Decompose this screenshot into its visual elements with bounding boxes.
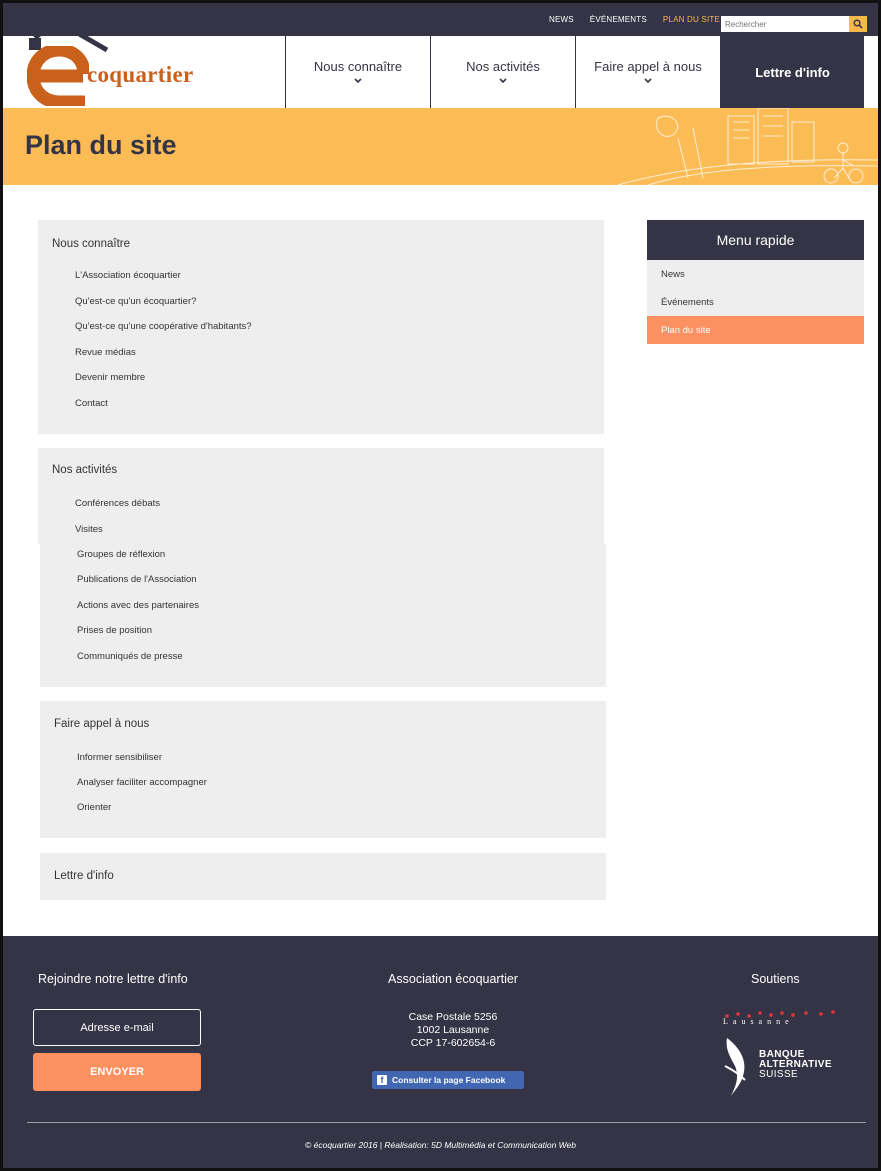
sitemap-section-nos-activites-top: Nos activités Conférences débats Visites: [38, 448, 604, 544]
banque-alternative-logo[interactable]: BANQUE ALTERNATIVE SUISSE: [721, 1036, 841, 1096]
address-line: Case Postale 5256: [408, 1011, 498, 1023]
site-footer: Rejoindre notre lettre d'info Adresse e-…: [3, 936, 878, 1168]
sitemap-link[interactable]: Groupes de réflexion: [77, 549, 165, 560]
send-button[interactable]: ENVOYER: [33, 1053, 201, 1091]
sitemap-link[interactable]: Qu'est-ce qu'une coopérative d'habitants…: [75, 321, 252, 332]
copyright-text: © écoquartier 2016 | Réalisation: 5D Mul…: [305, 1140, 576, 1150]
nav-lettre-info[interactable]: Lettre d'info: [720, 36, 864, 108]
quick-menu: Menu rapide News Événements Plan du site: [647, 220, 864, 344]
sitemap-link[interactable]: Devenir membre: [75, 372, 145, 383]
lausanne-logo-text: Lausanne: [723, 1017, 794, 1026]
top-link-news[interactable]: NEWS: [549, 15, 574, 24]
section-heading[interactable]: Nous connaître: [52, 238, 130, 250]
address-line: CCP 17-602654-6: [410, 1037, 496, 1049]
nav-faire-appel[interactable]: Faire appel à nous: [575, 36, 720, 108]
nav-label: Nous connaître: [313, 59, 403, 74]
supporters-title: Soutiens: [751, 972, 800, 986]
email-field[interactable]: Adresse e-mail: [33, 1009, 201, 1046]
section-heading[interactable]: Nos activités: [52, 464, 117, 476]
chevron-down-icon: [644, 78, 652, 84]
facebook-icon: f: [377, 1075, 387, 1085]
quick-menu-item-plan-du-site[interactable]: Plan du site: [647, 316, 864, 344]
city-sketch-illustration: [618, 108, 878, 185]
sitemap-link[interactable]: Publications de l'Association: [77, 574, 197, 585]
nav-label: Faire appel à nous: [594, 59, 702, 74]
site-header: coquartier Nous connaître Nos activités …: [3, 17, 878, 108]
postal-address: Case Postale 5256 1002 Lausanne CCP 17-6…: [343, 1011, 563, 1050]
sitemap-link[interactable]: Orienter: [77, 802, 111, 813]
sitemap-link[interactable]: Visites: [75, 524, 103, 535]
nav-label: Nos activités: [466, 59, 540, 74]
top-nav: NEWS ÉVÉNEMENTS PLAN DU SITE: [549, 3, 720, 36]
quick-menu-title: Menu rapide: [647, 220, 864, 260]
chevron-down-icon: [499, 78, 507, 84]
nav-nos-activites[interactable]: Nos activités: [430, 36, 575, 108]
logo-text: coquartier: [87, 62, 194, 87]
facebook-button[interactable]: f Consulter la page Facebook: [372, 1071, 524, 1089]
facebook-label: Consulter la page Facebook: [392, 1075, 506, 1085]
magnifier-icon: [853, 19, 863, 29]
quick-menu-item-news[interactable]: News: [647, 260, 864, 288]
sitemap-link[interactable]: Informer sensibiliser: [77, 752, 162, 763]
page-banner: Plan du site: [3, 108, 878, 185]
bas-line: SUISSE: [759, 1069, 799, 1080]
top-link-plan-du-site[interactable]: PLAN DU SITE: [663, 15, 720, 24]
sitemap-section-lettre-info: Lettre d'info: [40, 853, 606, 900]
sitemap-link[interactable]: Communiqués de presse: [77, 651, 183, 662]
quick-menu-item-evenements[interactable]: Événements: [647, 288, 864, 316]
sitemap-link[interactable]: Qu'est-ce qu'un écoquartier?: [75, 296, 196, 307]
sitemap-link[interactable]: Actions avec des partenaires: [77, 600, 199, 611]
search-bar: [721, 16, 867, 32]
sitemap-link[interactable]: L'Association écoquartier: [75, 270, 181, 281]
sitemap-link[interactable]: Prises de position: [77, 625, 152, 636]
section-heading[interactable]: Lettre d'info: [54, 870, 114, 882]
section-heading[interactable]: Faire appel à nous: [54, 718, 149, 730]
newsletter-title: Rejoindre notre lettre d'info: [38, 972, 188, 986]
footer-divider: [27, 1122, 866, 1123]
sitemap-link[interactable]: Analyser faciliter accompagner: [77, 777, 207, 788]
sitemap-link[interactable]: Revue médias: [75, 347, 136, 358]
sitemap-link[interactable]: Conférences débats: [75, 498, 160, 509]
top-link-evenements[interactable]: ÉVÉNEMENTS: [590, 15, 647, 24]
search-input[interactable]: [721, 16, 849, 32]
lausanne-logo[interactable]: Lausanne: [721, 1008, 841, 1028]
sitemap-link[interactable]: Contact: [75, 398, 108, 409]
nav-label: Lettre d'info: [755, 64, 830, 80]
main-nav: Nous connaître Nos activités Faire appel…: [285, 36, 864, 108]
page-title: Plan du site: [25, 130, 177, 160]
address-line: 1002 Lausanne: [416, 1024, 490, 1036]
bird-icon: [724, 1038, 746, 1096]
logo-e-icon: [27, 46, 89, 106]
search-button[interactable]: [849, 16, 867, 32]
banque-alternative-text: BANQUE ALTERNATIVE SUISSE: [759, 1050, 832, 1080]
site-logo[interactable]: coquartier: [25, 14, 195, 106]
chevron-down-icon: [354, 78, 362, 84]
association-title: Association écoquartier: [388, 972, 518, 986]
nav-nous-connaitre[interactable]: Nous connaître: [285, 36, 430, 108]
sitemap-section-faire-appel: Faire appel à nous Informer sensibiliser…: [40, 701, 606, 838]
sitemap-section-nos-activites-bottom: Groupes de réflexion Publications de l'A…: [40, 544, 606, 687]
sitemap-section-nous-connaitre: Nous connaître L'Association écoquartier…: [38, 220, 604, 434]
